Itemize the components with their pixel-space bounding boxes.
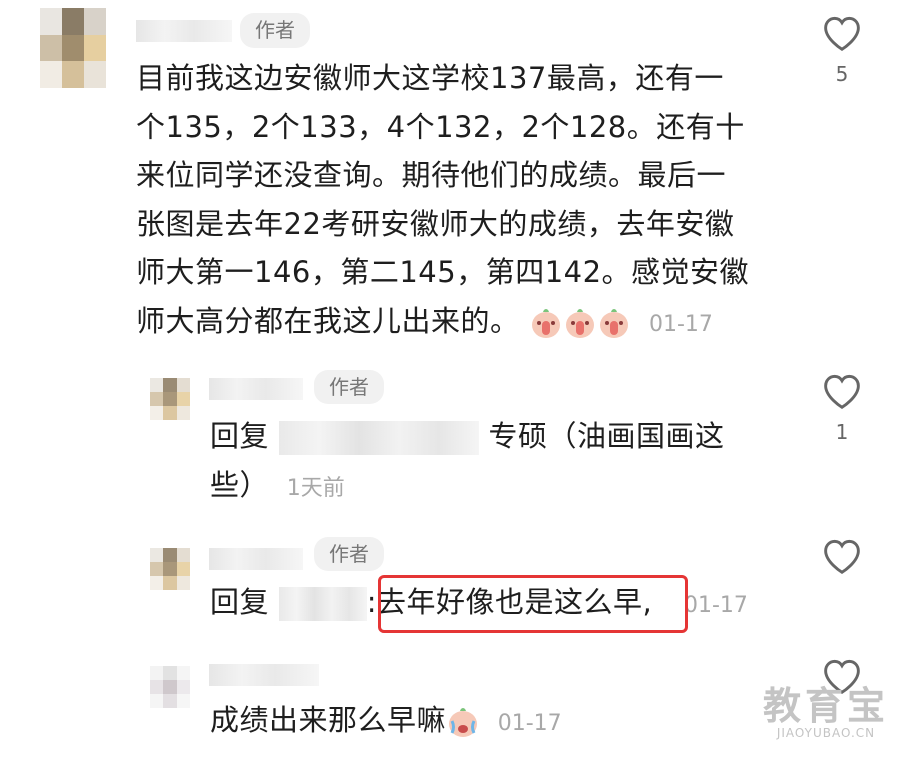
author-badge: 作者 xyxy=(314,370,384,404)
username-blurred[interactable] xyxy=(209,378,303,400)
reply-body: 回复 专硕（油画国画这 些） 1天前 xyxy=(210,419,725,502)
pray-emoji-icon xyxy=(532,308,561,338)
username-blurred[interactable] xyxy=(136,20,232,42)
avatar[interactable] xyxy=(40,8,106,88)
mention-blurred[interactable] xyxy=(278,421,479,455)
like-count: 1 xyxy=(835,420,849,444)
crying-emoji-icon xyxy=(449,708,478,737)
timestamp: 01-17 xyxy=(648,311,713,337)
avatar[interactable] xyxy=(150,548,190,590)
avatar[interactable] xyxy=(150,378,190,420)
timestamp: 01-17 xyxy=(683,593,748,618)
username-blurred[interactable] xyxy=(209,664,319,686)
heart-icon[interactable] xyxy=(820,370,864,410)
avatar[interactable] xyxy=(150,666,190,708)
timestamp: 01-17 xyxy=(497,711,562,736)
comment-body: 目前我这边安徽师大这学校137最高，还有一 个135，2个133，4个132，2… xyxy=(136,61,750,338)
pray-emoji-icon xyxy=(566,308,595,338)
watermark-title: 教育宝 xyxy=(762,684,889,728)
highlight-box xyxy=(378,575,688,633)
pray-emoji-icon xyxy=(600,308,629,338)
username-blurred[interactable] xyxy=(209,548,303,570)
author-badge: 作者 xyxy=(240,13,310,48)
watermark-url: JIAOYUBAO.CN xyxy=(776,726,876,740)
timestamp: 1天前 xyxy=(286,475,345,501)
like-count: 5 xyxy=(835,62,849,86)
watermark: 教育宝 JIAOYUBAO.CN xyxy=(763,686,889,740)
mention-blurred[interactable] xyxy=(278,587,367,621)
heart-icon[interactable] xyxy=(820,535,864,575)
heart-icon[interactable] xyxy=(820,12,864,52)
comment-body: 成绩出来那么早嘛 01-17 xyxy=(210,703,562,737)
author-badge: 作者 xyxy=(314,537,384,571)
